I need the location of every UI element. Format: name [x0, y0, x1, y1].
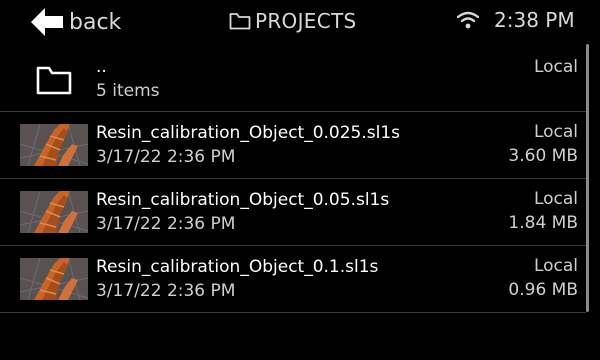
location-label: Local [533, 122, 578, 142]
file-size: 0.96 MB [508, 280, 578, 300]
location-label: Local [533, 189, 578, 209]
file-date: 3/17/22 2:36 PM [96, 214, 236, 234]
item-count: 5 items [96, 81, 160, 101]
arrow-left-icon [31, 8, 63, 36]
file-row[interactable]: Resin_calibration_Object_0.025.sl1s 3/17… [0, 112, 586, 179]
scrollbar[interactable] [586, 44, 589, 312]
model-thumbnail [20, 191, 88, 233]
clock: 2:38 PM [494, 8, 575, 32]
top-bar: back PROJECTS 2:38 PM [0, 0, 600, 44]
page-title: PROJECTS [229, 8, 357, 34]
wifi-icon [457, 11, 479, 29]
file-row[interactable]: Resin_calibration_Object_0.1.sl1s 3/17/2… [0, 246, 586, 313]
back-button[interactable]: back [31, 6, 121, 38]
model-thumbnail [20, 258, 88, 300]
file-row[interactable]: Resin_calibration_Object_0.05.sl1s 3/17/… [0, 179, 586, 246]
location-label: Local [533, 57, 578, 77]
file-date: 3/17/22 2:36 PM [96, 147, 236, 167]
folder-icon [36, 66, 72, 95]
parent-folder-name: .. [96, 57, 107, 77]
folder-icon [229, 13, 251, 30]
file-name: Resin_calibration_Object_0.025.sl1s [96, 123, 401, 143]
back-label: back [69, 9, 122, 35]
file-size: 1.84 MB [508, 213, 578, 233]
file-size: 3.60 MB [508, 146, 578, 166]
file-date: 3/17/22 2:36 PM [96, 281, 236, 301]
file-list: .. 5 items Local Resin_calibration_Objec… [0, 47, 586, 313]
file-name: Resin_calibration_Object_0.1.sl1s [96, 257, 379, 277]
file-name: Resin_calibration_Object_0.05.sl1s [96, 190, 390, 210]
parent-folder-row[interactable]: .. 5 items Local [0, 47, 586, 112]
model-thumbnail [20, 124, 88, 166]
page-title-text: PROJECTS [255, 9, 357, 33]
location-label: Local [533, 256, 578, 276]
